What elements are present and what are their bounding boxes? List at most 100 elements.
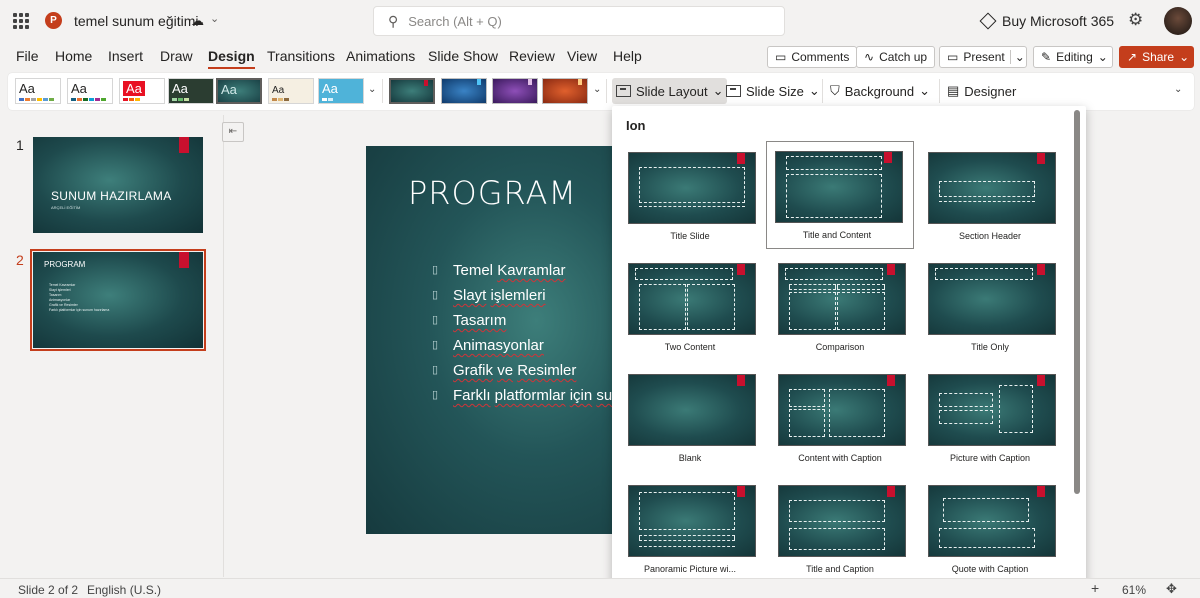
bullet-item: Temel Kavramlar [432,262,612,287]
spellcheck-word: işlemleri [490,287,546,304]
separator [606,79,607,103]
slide-thumbnail-pane: 1 SUNUM HAZIRLAMA ARÇELİ EĞİTİM 2 PROGRA… [0,115,224,577]
spellcheck-word: Slayt [453,287,487,304]
title-flag [179,137,189,153]
layout-title-and-content[interactable]: Title and Content [766,141,914,249]
layout-picture-with-caption[interactable]: Picture with Caption [920,365,1068,473]
layout-preview [778,374,906,446]
tab-file[interactable]: File [16,48,39,64]
zoom-level[interactable]: 61% [1122,583,1146,597]
theme-red[interactable]: Aa [119,78,165,104]
tab-draw[interactable]: Draw [160,48,193,64]
layout-label: Title Only [971,342,1009,352]
document-title[interactable]: temel sunum eğitimi [74,13,199,29]
buy-microsoft-365-button[interactable]: Buy Microsoft 365 [979,12,1114,30]
thumb-bullets: Temel Kavramlar Slayt işlemleri Tasarım … [49,283,110,312]
layout-title-only[interactable]: Title Only [920,254,1068,362]
flyout-scrollbar[interactable] [1074,110,1080,494]
layout-section-header[interactable]: Section Header [920,143,1068,251]
designer-icon: ▤ [947,83,960,98]
search-icon: ⚲ [388,12,399,29]
layout-label: Comparison [815,342,865,352]
slide-title[interactable]: PROGRAM [408,174,577,212]
status-bar: Slide 2 of 2 English (U.S.) + 61% ✥ [0,578,1200,598]
variant-flag [424,80,428,86]
fit-to-window-icon[interactable]: ✥ [1166,581,1177,597]
layout-label: Two Content [664,342,716,352]
bullet-item: Tasarım [432,312,612,337]
tab-animations[interactable]: Animations [346,48,415,64]
variant-orange[interactable] [542,78,588,104]
slide-thumbnail-2[interactable]: PROGRAM Temel Kavramlar Slayt işlemleri … [30,249,206,351]
layout-preview [775,151,903,223]
avatar[interactable] [1164,7,1192,35]
chevron-down-icon: ⌄ [808,83,820,98]
comments-button[interactable]: ▭ Comments [767,46,858,68]
comment-icon: ▭ [775,50,787,64]
pulse-icon: ∿ [864,50,875,64]
tab-view[interactable]: View [567,48,597,64]
tab-slide-show[interactable]: Slide Show [428,48,498,64]
variants-more-chevron-icon[interactable]: ⌄ [593,84,601,95]
flyout-heading: Ion [626,118,646,133]
slide-canvas[interactable]: PROGRAM Temel Kavramlar Slayt işlemleri … [366,146,628,534]
separator [822,79,823,103]
theme-office-2[interactable]: Aa [67,78,113,104]
zoom-in-icon[interactable]: + [1091,580,1099,596]
layout-title-slide[interactable]: Title Slide [620,143,768,251]
layout-label: Section Header [958,231,1022,241]
present-button[interactable]: ▭ Present ⌄ [939,46,1027,68]
variant-purple[interactable] [492,78,538,104]
tab-home[interactable]: Home [55,48,92,64]
layout-blank[interactable]: Blank [620,365,768,473]
slide-layout-button[interactable]: Slide Layout ⌄ [612,78,728,104]
theme-dark-green[interactable]: Aa [168,78,214,104]
tab-help[interactable]: Help [613,48,642,64]
variant-blue[interactable] [441,78,487,104]
design-ribbon: Aa Aa Aa Aa Aa Aa Aa ⌄ ⌄ Slide Layout ⌄ S… [8,73,1194,110]
ribbon-expand-chevron-icon[interactable]: ⌄ [1174,84,1182,95]
tab-design[interactable]: Design [208,48,255,69]
themes-more-chevron-icon[interactable]: ⌄ [368,84,376,95]
theme-ion[interactable]: Aa [216,78,262,104]
gear-icon[interactable]: ⚙ [1128,10,1143,30]
slide-bullet-list[interactable]: Temel Kavramlar Slayt işlemleri Tasarım … [432,262,612,412]
layout-label: Title and Content [802,230,872,240]
language-indicator[interactable]: English (U.S.) [87,583,161,597]
layout-quote-with-caption[interactable]: Quote with Caption [920,476,1068,584]
layout-comparison[interactable]: Comparison [770,254,918,362]
theme-office[interactable]: Aa [15,78,61,104]
layout-label: Panoramic Picture wi... [643,564,737,574]
collapse-pane-button[interactable]: ⇤ [222,122,244,142]
chevron-down-icon[interactable]: ⌄ [210,12,219,25]
spellcheck-word: Farklı [453,387,491,404]
tab-review[interactable]: Review [509,48,555,64]
layout-preview [928,485,1056,557]
spellcheck-word: ve [497,362,514,379]
separator [939,79,940,103]
layout-preview [778,485,906,557]
tab-insert[interactable]: Insert [108,48,143,64]
theme-beige[interactable]: Aa [268,78,314,104]
tab-transitions[interactable]: Transitions [267,48,335,64]
pencil-icon: ✎ [1041,50,1052,64]
layout-content-with-caption[interactable]: Content with Caption [770,365,918,473]
layout-panoramic-picture-with-caption[interactable]: Panoramic Picture wi... [620,476,768,584]
spellcheck-word: Kavramlar [497,262,566,279]
catch-up-button[interactable]: ∿ Catch up [856,46,936,68]
layout-two-content[interactable]: Two Content [620,254,768,362]
chevron-down-icon[interactable]: ⌄ [1009,50,1025,64]
background-button[interactable]: ⛉ Background ⌄ [826,78,934,104]
theme-blue[interactable]: Aa [318,78,364,104]
slide-size-button[interactable]: Slide Size ⌄ [722,78,824,104]
editing-mode-button[interactable]: ✎ Editing ⌄ [1033,46,1113,68]
slide-thumbnail-1[interactable]: SUNUM HAZIRLAMA ARÇELİ EĞİTİM [33,137,203,233]
designer-button[interactable]: ▤ Designer [943,78,1020,104]
share-icon: ↗ [1127,50,1138,64]
spellcheck-word: için [569,387,593,404]
app-launcher-icon[interactable] [13,13,29,29]
share-button[interactable]: ↗ Share ⌄ [1119,46,1194,68]
search-input[interactable]: ⚲ Search (Alt + Q) [373,6,785,36]
variant-teal[interactable] [389,78,435,104]
layout-title-and-caption[interactable]: Title and Caption [770,476,918,584]
